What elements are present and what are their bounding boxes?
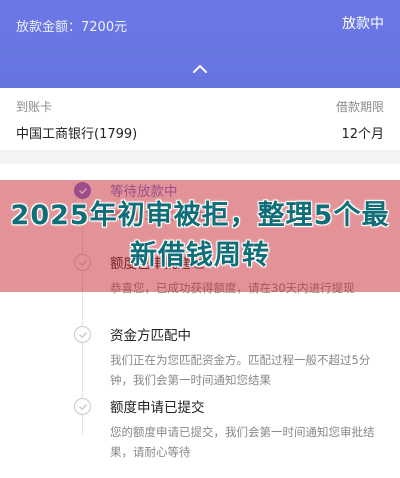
section-divider <box>0 150 400 164</box>
headline-text: 2025年初审被拒，整理5个最新借钱周转 <box>10 200 390 271</box>
loan-status-header: 放款金额：7200元 放款中 <box>0 0 400 88</box>
term-label: 借款期限 <box>335 100 384 114</box>
step-description: 我们正在为您匹配资金方。匹配过程一般不超过5分钟，我们会第一时间通知您结果 <box>110 353 371 387</box>
headline-overlay-banner: 2025年初审被拒，整理5个最新借钱周转 <box>0 180 400 292</box>
check-icon <box>74 326 91 343</box>
step-description: 您的额度申请已提交，我们会第一时间通知您审批结果，请耐心等待 <box>110 425 375 459</box>
account-label: 到账卡 <box>16 100 53 114</box>
loan-status: 放款中 <box>342 16 384 32</box>
term-value: 12个月 <box>341 127 384 142</box>
loan-info-panel: 到账卡 中国工商银行(1799) 借款期限 12个月 <box>0 88 400 150</box>
chevron-up-icon[interactable] <box>190 62 210 76</box>
account-value: 中国工商银行(1799) <box>16 127 138 142</box>
step-title: 额度申请已提交 <box>110 400 205 416</box>
step-title: 资金方匹配中 <box>110 328 191 344</box>
loan-amount: 放款金额：7200元 <box>16 20 128 35</box>
check-icon <box>74 398 91 415</box>
